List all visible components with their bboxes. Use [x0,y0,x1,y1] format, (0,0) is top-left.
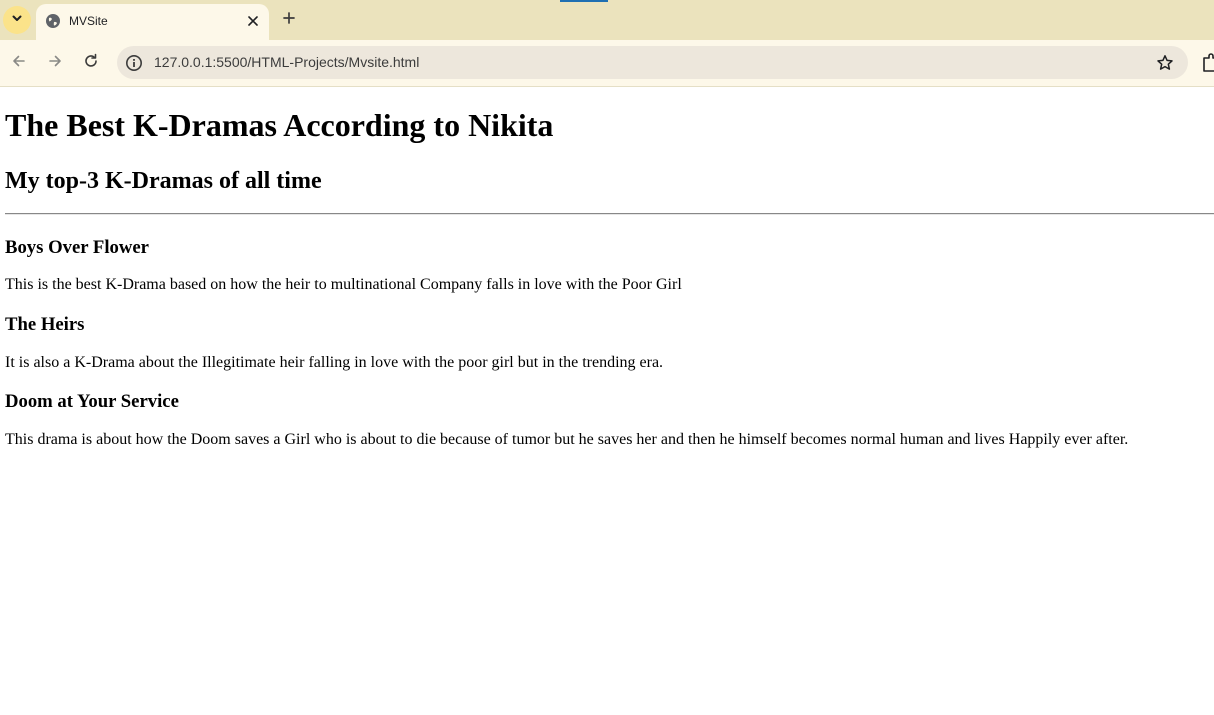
globe-icon [45,13,61,29]
drama-title: Doom at Your Service [5,391,179,412]
drama-title: Boys Over Flower [5,237,149,258]
back-button[interactable] [8,52,30,74]
tab-search-button[interactable] [3,6,31,34]
back-arrow-icon [11,53,27,74]
info-icon[interactable] [125,54,143,72]
reload-button[interactable] [80,52,102,74]
page-title: The Best K-Dramas According to Nikita [5,107,554,143]
forward-button[interactable] [44,52,66,74]
page-content: The Best K-Dramas According to Nikita My… [0,87,1214,715]
drama-description: This drama is about how the Doom saves a… [5,431,1129,448]
chevron-down-icon [11,11,23,29]
drama-description: This is the best K-Drama based on how th… [5,276,682,293]
new-tab-button[interactable] [279,10,299,30]
tab-strip: MVSite [0,0,1214,40]
browser-window: MVSite 127.0.0.1:5500/HTML-Projects/Mvsi… [0,0,1214,715]
drama-title: The Heirs [5,314,85,335]
close-icon[interactable] [244,12,262,30]
page-subtitle: My top-3 K-Dramas of all time [5,168,322,194]
forward-arrow-icon [47,53,63,74]
tab-mvsite[interactable]: MVSite [36,4,269,40]
url-text[interactable]: 127.0.0.1:5500/HTML-Projects/Mvsite.html [154,54,419,71]
tab-title: MVSite [69,14,108,28]
puzzle-icon[interactable] [1201,52,1214,74]
toolbar: 127.0.0.1:5500/HTML-Projects/Mvsite.html [0,40,1214,86]
star-icon[interactable] [1155,53,1175,73]
horizontal-rule [5,213,1214,215]
address-bar[interactable]: 127.0.0.1:5500/HTML-Projects/Mvsite.html [117,46,1188,79]
reload-icon [83,53,99,74]
plus-icon [283,11,295,29]
drama-description: It is also a K-Drama about the Illegitim… [5,354,664,371]
tab-strip-accent [560,0,608,2]
